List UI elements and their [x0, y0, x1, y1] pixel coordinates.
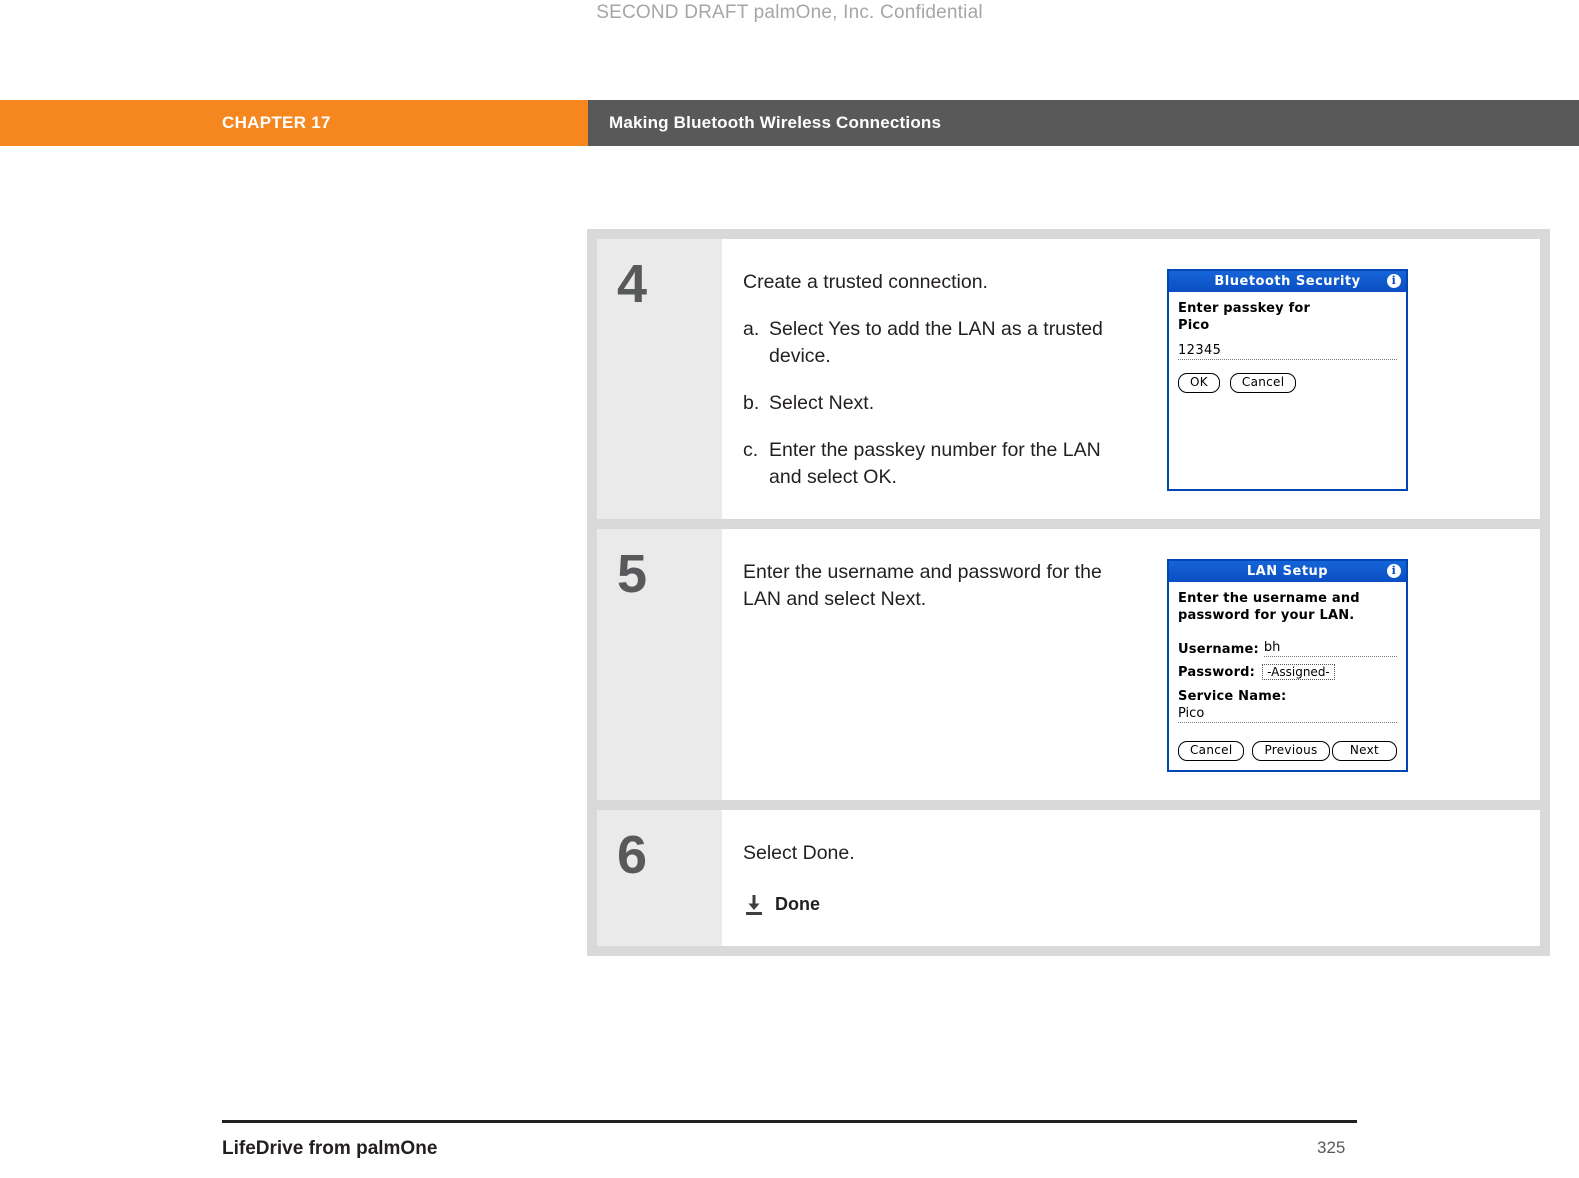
lan-prompt-line2: password for your LAN. [1178, 608, 1355, 623]
step-number-cell: 6 [597, 810, 722, 946]
chapter-bar: CHAPTER 17 Making Bluetooth Wireless Con… [0, 100, 1579, 146]
step-text: Enter the username and password for the … [743, 559, 1133, 772]
step-row: 6 Select Done. Done [597, 810, 1540, 946]
dialog-title: LAN Setup [1246, 564, 1329, 579]
chapter-number-label: CHAPTER 17 [0, 100, 588, 146]
password-label: Password: [1178, 665, 1256, 680]
step-intro: Select Done. [743, 842, 855, 864]
dialog-titlebar: Bluetooth Security i [1169, 271, 1406, 292]
dialog-content: Enter passkey for Pico 12345 OK Cancel [1169, 292, 1406, 402]
username-row: Username: bh [1178, 640, 1397, 657]
substep-text: Enter the passkey number for the LAN and… [769, 439, 1101, 488]
substep-a: a. Select Yes to add the LAN as a truste… [743, 316, 1133, 370]
step-number: 4 [617, 254, 647, 314]
done-label: Done [775, 894, 820, 914]
cancel-button[interactable]: Cancel [1178, 741, 1245, 761]
substep-c: c. Enter the passkey number for the LAN … [743, 437, 1133, 491]
done-callout: Done [743, 891, 1133, 918]
lan-setup-dialog: LAN Setup i Enter the username and passw… [1167, 559, 1408, 772]
service-name-input[interactable]: Pico [1178, 706, 1397, 723]
step-number: 6 [617, 825, 647, 885]
dialog-title: Bluetooth Security [1214, 274, 1361, 289]
step-number: 5 [617, 544, 647, 604]
footer-book-title: LifeDrive from palmOne [222, 1138, 438, 1159]
info-icon[interactable]: i [1387, 564, 1401, 578]
step-body: Create a trusted connection. a. Select Y… [722, 239, 1540, 519]
step-intro: Create a trusted connection. [743, 271, 988, 293]
service-name-label: Service Name: [1178, 689, 1287, 704]
footer-page-number: 325 [1317, 1138, 1346, 1157]
step-illustration: LAN Setup i Enter the username and passw… [1133, 559, 1516, 772]
dialog-content: Enter the username and password for your… [1169, 582, 1406, 770]
ok-button[interactable]: OK [1178, 373, 1220, 393]
next-button[interactable]: Next [1331, 741, 1397, 761]
bluetooth-security-dialog: Bluetooth Security i Enter passkey for P… [1167, 269, 1408, 491]
draft-notice: SECOND DRAFT palmOne, Inc. Confidential [596, 2, 983, 23]
passkey-prompt-line2: Pico [1178, 318, 1210, 333]
substep-b: b. Select Next. [743, 390, 1133, 417]
cancel-button[interactable]: Cancel [1229, 373, 1297, 393]
step-text: Create a trusted connection. a. Select Y… [743, 269, 1133, 491]
passkey-prompt-line1: Enter passkey for [1178, 301, 1311, 316]
dialog-button-row: Cancel Previous Next [1178, 741, 1397, 761]
footer-divider [222, 1120, 1357, 1123]
step-body: Select Done. Done [722, 810, 1540, 946]
step-text: Select Done. Done [743, 840, 1133, 918]
step-number-cell: 5 [597, 529, 722, 800]
password-input[interactable]: -Assigned- [1262, 664, 1335, 680]
lan-prompt-line1: Enter the username and [1178, 591, 1360, 606]
step-intro: Enter the username and password for the … [743, 561, 1102, 610]
step-row: 4 Create a trusted connection. a. Select… [597, 239, 1540, 519]
username-input[interactable]: bh [1263, 640, 1397, 657]
password-row: Password: -Assigned- [1178, 664, 1397, 680]
username-label: Username: [1178, 642, 1259, 657]
step-illustration [1133, 840, 1516, 918]
steps-table: 4 Create a trusted connection. a. Select… [587, 229, 1550, 956]
dialog-button-row: OK Cancel [1178, 373, 1397, 393]
previous-button[interactable]: Previous [1252, 741, 1330, 761]
dialog-titlebar: LAN Setup i [1169, 561, 1406, 582]
passkey-input[interactable]: 12345 [1178, 343, 1397, 360]
substep-text: Select Yes to add the LAN as a trusted d… [769, 318, 1103, 367]
step-body: Enter the username and password for the … [722, 529, 1540, 800]
step-number-cell: 4 [597, 239, 722, 519]
substep-letter: c. [743, 439, 759, 461]
substep-letter: a. [743, 318, 760, 340]
substep-letter: b. [743, 392, 760, 414]
done-arrow-icon [743, 893, 765, 917]
substep-text: Select Next. [769, 392, 875, 414]
info-icon[interactable]: i [1387, 274, 1401, 288]
chapter-title: Making Bluetooth Wireless Connections [588, 100, 1579, 146]
step-illustration: Bluetooth Security i Enter passkey for P… [1133, 269, 1516, 491]
step-row: 5 Enter the username and password for th… [597, 529, 1540, 800]
